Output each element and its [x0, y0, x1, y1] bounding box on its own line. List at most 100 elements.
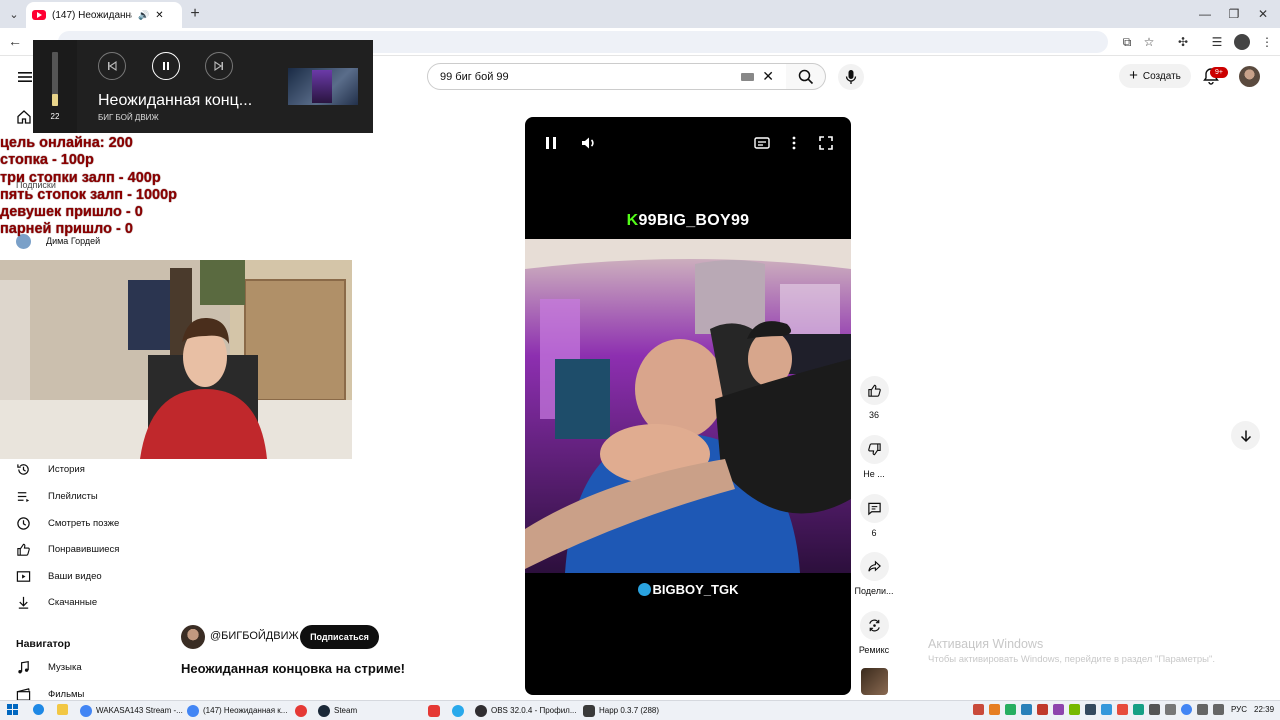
- downloads-icon: [18, 596, 29, 609]
- next-short-button[interactable]: [1231, 421, 1260, 450]
- bookmark-star-icon[interactable]: ☆: [1141, 34, 1157, 50]
- tray-app-icon[interactable]: [989, 704, 1000, 715]
- share-label: Подели...: [854, 586, 894, 596]
- sidebar-item-label: Фильмы: [48, 688, 85, 700]
- tray-app-icon[interactable]: [1165, 704, 1176, 715]
- telegram-icon: [452, 704, 464, 717]
- chrome-tray-icon[interactable]: [1181, 704, 1192, 715]
- taskbar-app-yandex[interactable]: [295, 703, 307, 718]
- network-icon[interactable]: [1197, 704, 1208, 715]
- new-tab-button[interactable]: +: [186, 5, 204, 23]
- voice-search-button[interactable]: [838, 64, 864, 90]
- remix-button[interactable]: [860, 611, 889, 640]
- channel-name[interactable]: @БИГБОЙДВИЖ: [210, 630, 299, 642]
- guide-menu-icon[interactable]: [16, 68, 34, 86]
- sidebar-item-label: Музыка: [48, 661, 82, 673]
- tray-app-icon[interactable]: [1037, 704, 1048, 715]
- file-explorer-icon[interactable]: [57, 704, 68, 715]
- tray-app-icon[interactable]: [1117, 704, 1128, 715]
- chrome-icon: [187, 704, 199, 717]
- search-query-text: 99 биг бой 99: [440, 70, 509, 83]
- captions-icon[interactable]: [753, 134, 771, 152]
- taskbar-app-chrome-wakasa[interactable]: WAKASA143 Stream -...: [80, 703, 183, 718]
- nvidia-icon[interactable]: [1069, 704, 1080, 715]
- restore-button[interactable]: ❐: [1225, 5, 1243, 23]
- tray-app-icon[interactable]: [1101, 704, 1112, 715]
- start-windows-icon[interactable]: [7, 704, 18, 715]
- search-input[interactable]: 99 биг бой 99 ✕: [427, 63, 787, 90]
- short-title[interactable]: Неожиданная концовка на стриме!: [181, 661, 405, 676]
- playlists-icon: [17, 491, 30, 502]
- channel-avatar[interactable]: [181, 625, 205, 649]
- media-artist: БИГ БОЙ ДВИЖ: [98, 113, 159, 122]
- taskbar-app-telegram[interactable]: [452, 703, 464, 718]
- arrow-down-icon: [1240, 430, 1251, 442]
- tray-app-icon[interactable]: [973, 704, 984, 715]
- obs-icon: [475, 704, 487, 717]
- tray-app-icon[interactable]: [1149, 704, 1160, 715]
- speaker-icon[interactable]: [1213, 704, 1224, 715]
- donation-line: стопка - 100р: [0, 152, 94, 169]
- next-track-button[interactable]: [205, 52, 233, 80]
- tray-app-icon[interactable]: [1053, 704, 1064, 715]
- tray-app-icon[interactable]: [1133, 704, 1144, 715]
- taskbar-app-steam[interactable]: Steam: [318, 703, 357, 718]
- keyboard-icon[interactable]: [741, 72, 755, 81]
- volume-icon[interactable]: [580, 134, 598, 152]
- dislike-button[interactable]: [860, 435, 889, 464]
- back-arrow-icon[interactable]: ←: [8, 33, 24, 49]
- taskbar-app-chrome-youtube[interactable]: (147) Неожиданная к...: [187, 703, 287, 718]
- tab-search-chevron-icon[interactable]: ⌄: [4, 4, 24, 24]
- window-close-button[interactable]: ✕: [1254, 5, 1272, 23]
- sidebar-item-downloads[interactable]: Скачанные: [16, 592, 97, 612]
- account-avatar[interactable]: [1239, 66, 1260, 87]
- tray-app-icon[interactable]: [1085, 704, 1096, 715]
- like-button[interactable]: [860, 376, 889, 405]
- fullscreen-icon[interactable]: [817, 134, 835, 152]
- sidebar-item-label: Смотреть позже: [48, 517, 120, 529]
- donation-line: парней пришло - 0: [0, 221, 133, 238]
- your-videos-icon: [16, 570, 31, 582]
- sidebar-item-liked[interactable]: Понравившиеся: [16, 539, 119, 559]
- sidebar-item-watch-later[interactable]: Смотреть позже: [16, 513, 119, 533]
- pause-button[interactable]: [152, 52, 180, 80]
- install-app-icon[interactable]: ⧉: [1119, 34, 1135, 50]
- search-button[interactable]: [786, 63, 826, 90]
- previous-track-button[interactable]: [98, 52, 126, 80]
- tab-close-icon[interactable]: ✕: [155, 10, 163, 21]
- sidebar-item-label: Понравившиеся: [48, 543, 120, 555]
- create-button[interactable]: + Создать: [1119, 64, 1191, 88]
- edge-icon[interactable]: [33, 704, 44, 715]
- taskbar-clock[interactable]: 22:39: [1254, 705, 1274, 714]
- taskbar-app-obs[interactable]: OBS 32.0.4 - Профил...: [475, 703, 577, 718]
- more-options-icon[interactable]: [785, 134, 803, 152]
- audio-playing-icon[interactable]: 🔊: [138, 10, 149, 21]
- sidebar-item-history[interactable]: История: [16, 459, 85, 479]
- sidebar-item-playlists[interactable]: Плейлисты: [16, 486, 98, 506]
- history-icon: [17, 463, 29, 475]
- tray-app-icon[interactable]: [1021, 704, 1032, 715]
- home-icon[interactable]: [16, 109, 32, 125]
- minimize-button[interactable]: —: [1196, 5, 1214, 23]
- telegram-icon: [637, 583, 651, 596]
- sound-thumbnail[interactable]: [861, 668, 888, 695]
- pause-icon[interactable]: [542, 134, 560, 152]
- subscribe-button[interactable]: Подписаться: [300, 625, 379, 649]
- comments-button[interactable]: [860, 494, 889, 523]
- extensions-icon[interactable]: ✣: [1175, 34, 1191, 50]
- sidebar-item-your-videos[interactable]: Ваши видео: [16, 566, 102, 586]
- reading-list-icon[interactable]: ☰: [1209, 34, 1225, 50]
- browser-profile-avatar[interactable]: [1234, 34, 1250, 50]
- input-language[interactable]: РУС: [1231, 705, 1247, 714]
- browser-menu-icon[interactable]: ⋮: [1259, 34, 1275, 50]
- tray-app-icon[interactable]: [1005, 704, 1016, 715]
- remix-icon: [869, 619, 880, 632]
- share-button[interactable]: [860, 552, 889, 581]
- chrome-icon: [80, 704, 92, 717]
- sidebar-item-music[interactable]: Музыка: [16, 657, 82, 677]
- taskbar-app-red[interactable]: [428, 703, 440, 718]
- telegram-handle-text: BIGBOY_TGK: [652, 582, 739, 597]
- clear-search-icon[interactable]: ✕: [762, 68, 774, 85]
- taskbar-app-happ[interactable]: Happ 0.3.7 (288): [583, 703, 659, 718]
- browser-tab-active[interactable]: (147) Неожиданная конц 🔊 ✕: [26, 2, 182, 28]
